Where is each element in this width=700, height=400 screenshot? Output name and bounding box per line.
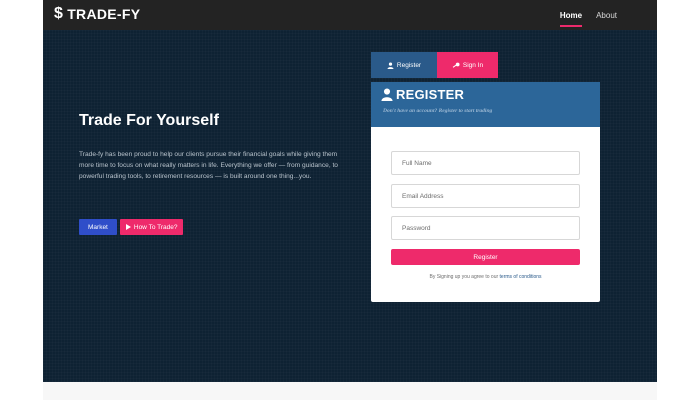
dollar-icon: $: [54, 5, 64, 22]
tab-register-label: Register: [396, 61, 422, 69]
hero-section: Trade For Yourself Trade-fy has been pro…: [43, 30, 657, 382]
register-form: Full Name Email Address Password Registe…: [371, 127, 600, 302]
brand-logo[interactable]: $ TRADE-FY: [54, 5, 140, 23]
market-button[interactable]: Market: [79, 219, 117, 235]
market-button-label: Market: [88, 223, 108, 231]
register-card-header: REGISTER Don't have an account? Register…: [371, 82, 600, 127]
nav-link-about[interactable]: About: [596, 9, 617, 22]
hero-buttons: Market How To Trade?: [79, 219, 184, 235]
terms-link[interactable]: terms of conditions: [500, 274, 542, 280]
tab-signin-label: Sign In: [462, 61, 484, 69]
email-placeholder: Email Address: [402, 192, 444, 200]
full-name-field[interactable]: Full Name: [391, 151, 580, 175]
page: $ TRADE-FY Home About Trade For Yourself…: [0, 0, 700, 400]
tab-register[interactable]: Register: [371, 52, 437, 78]
email-field[interactable]: Email Address: [391, 184, 580, 208]
user-icon: [381, 88, 393, 101]
hero-description: Trade-fy has been proud to help our clie…: [79, 151, 338, 180]
terms-note: By Signing up you agree to our terms of …: [371, 274, 600, 280]
tab-signin[interactable]: Sign In: [437, 52, 498, 78]
auth-tabs: Register Sign In: [371, 52, 498, 78]
register-card-title: REGISTER: [381, 87, 464, 102]
hero-title: Trade For Yourself: [79, 112, 219, 129]
nav-link-home[interactable]: Home: [559, 9, 583, 27]
terms-prefix: By Signing up you agree to our: [429, 274, 499, 280]
password-field[interactable]: Password: [391, 216, 580, 240]
password-placeholder: Password: [402, 224, 431, 232]
full-name-placeholder: Full Name: [402, 159, 432, 167]
navbar: $ TRADE-FY Home About: [43, 0, 657, 30]
register-submit-label: Register: [473, 253, 498, 261]
footer-strip: [43, 382, 657, 400]
how-to-trade-button[interactable]: How To Trade?: [119, 219, 184, 235]
register-title-text: REGISTER: [396, 87, 465, 102]
register-card-subtitle: Don't have an account? Register to start…: [383, 108, 493, 114]
brand-name: TRADE-FY: [67, 6, 141, 22]
nav-links: Home About: [559, 0, 617, 30]
how-to-trade-label: How To Trade?: [133, 223, 178, 231]
key-icon: [452, 62, 460, 68]
user-icon: [387, 61, 394, 69]
register-submit-button[interactable]: Register: [391, 249, 580, 265]
play-icon: [125, 224, 131, 230]
